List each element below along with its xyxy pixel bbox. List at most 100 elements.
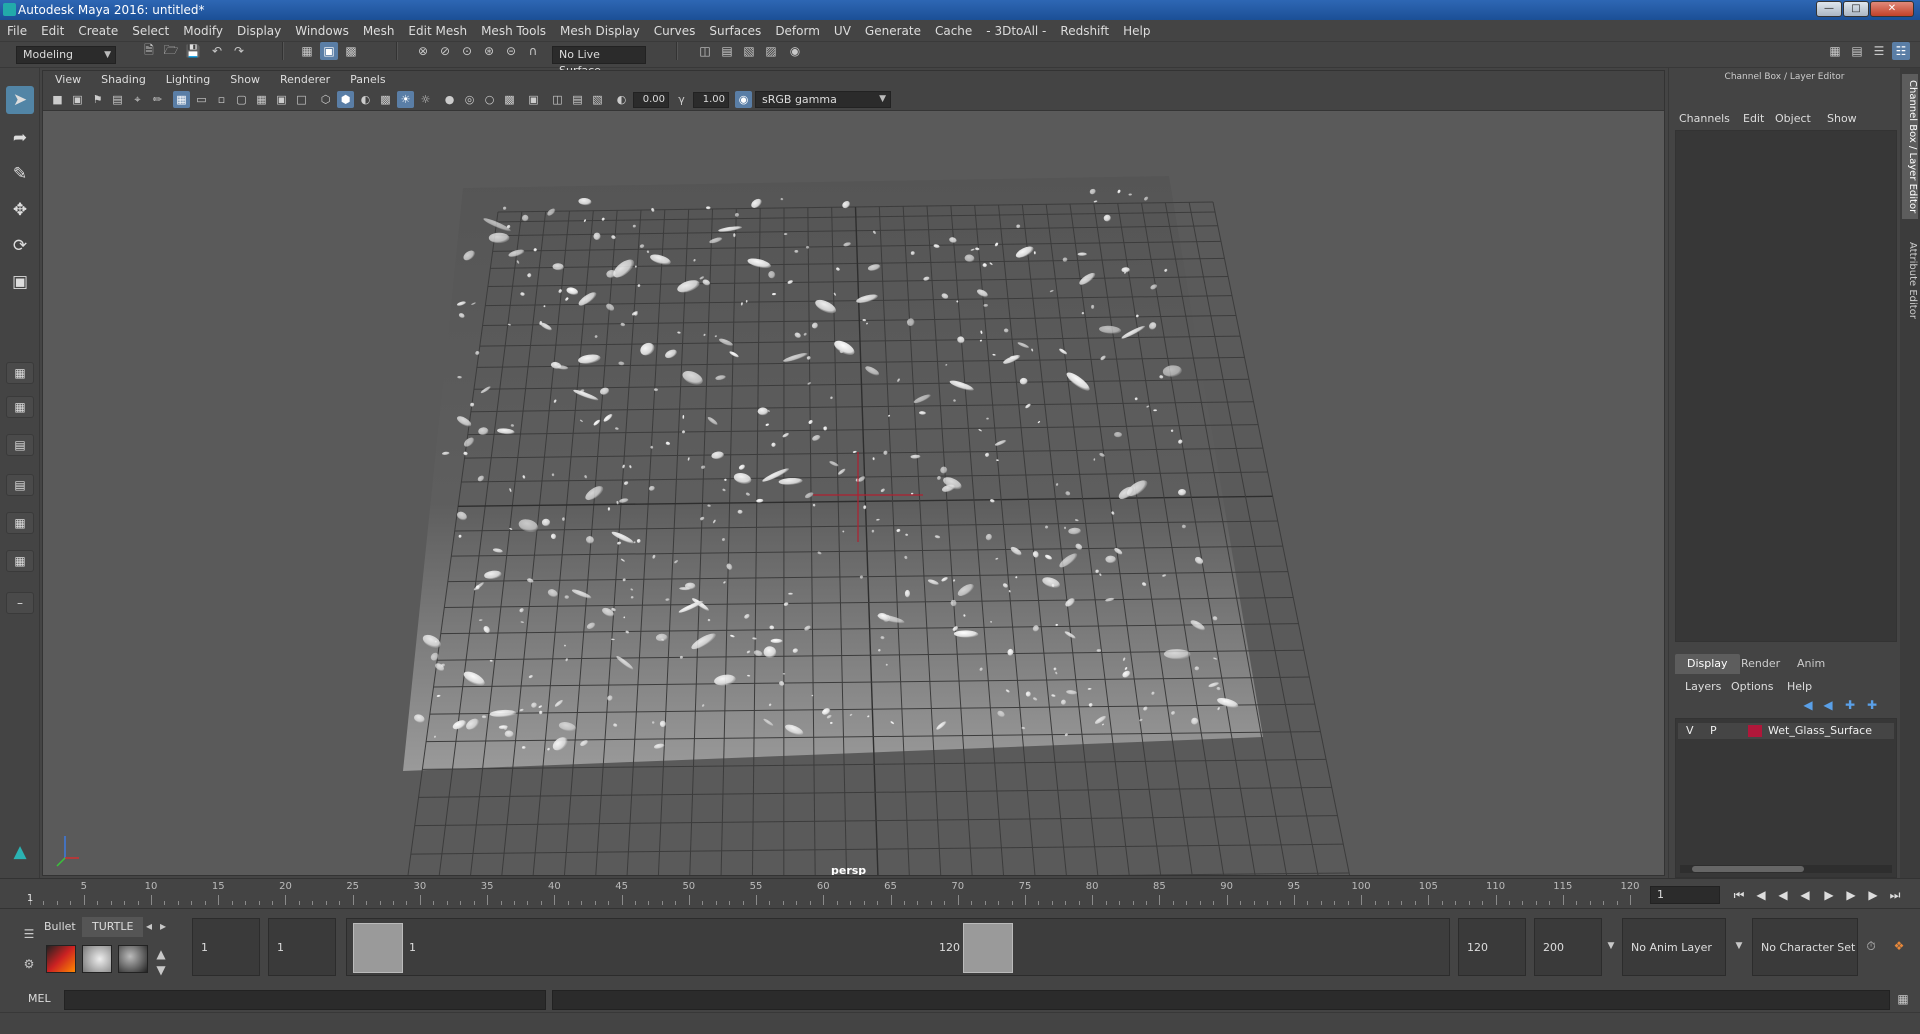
gamma-icon[interactable]: γ [673,91,690,108]
shelf-down-icon[interactable]: ▼ [152,961,170,979]
ipr-render-icon[interactable]: ▧ [740,42,758,60]
new-layer-selected-icon[interactable]: ✚ [1863,696,1881,714]
save-scene-icon[interactable]: 💾 [184,42,202,60]
current-frame-field[interactable]: 1 [1650,886,1720,904]
screen-space-ao-icon[interactable]: ● [441,91,458,108]
smooth-shade-icon[interactable]: ⬢ [337,91,354,108]
magnet-icon[interactable]: ∩ [524,42,542,60]
step-forward-frame-icon[interactable]: ▶ [1842,886,1860,904]
play-forward-icon[interactable]: ▶ [1820,886,1838,904]
xray-components-icon[interactable]: ▧ [589,91,606,108]
gamma-field[interactable]: 1.00 [693,92,729,108]
channel-list[interactable] [1675,130,1897,642]
panel-menu-panels[interactable]: Panels [340,71,395,89]
live-surface-field[interactable]: No Live Surface [552,46,646,77]
menu-display[interactable]: Display [230,20,288,42]
menu-uv[interactable]: UV [827,20,858,42]
panel-menu-show[interactable]: Show [220,71,270,89]
grease-pencil-icon[interactable]: ✏ [149,91,166,108]
minimize-button[interactable]: — [1816,1,1842,17]
layer-row[interactable]: V P Wet_Glass_Surface [1678,723,1894,739]
menu-windows[interactable]: Windows [288,20,356,42]
resolution-gate-icon[interactable]: ▫ [213,91,230,108]
2d-pan-icon[interactable]: ⌖ [129,91,146,108]
animation-start-field[interactable]: 1 [192,918,260,976]
channel-menu-edit[interactable]: Edit [1743,112,1764,125]
play-backward-icon[interactable]: ◀ [1796,886,1814,904]
panel-menu-view[interactable]: View [43,71,91,89]
time-ruler[interactable]: 1 5 10 15 20 25 30 35 40 45 50 55 60 65 70 75 80 85 90 95 1… [27,879,1640,909]
select-tool-icon[interactable]: ➤ [6,86,34,114]
layer-color-swatch[interactable] [1748,725,1762,737]
camera-attributes-icon[interactable]: ■ [49,91,66,108]
grid-toggle-icon[interactable]: ▦ [173,91,190,108]
paint-select-tool-icon[interactable]: ✎ [6,160,34,188]
character-set-field[interactable]: No Character Set [1752,918,1858,976]
layer-list-scrollbar[interactable] [1680,865,1892,873]
layer-visibility-toggle[interactable]: V [1686,724,1694,737]
use-all-lights-icon[interactable]: ☀ [397,91,414,108]
shelf-tab-bullet[interactable]: Bullet [34,917,86,937]
wireframe-on-shaded-icon[interactable]: ◐ [357,91,374,108]
undo-icon[interactable]: ↶ [208,42,226,60]
command-input[interactable] [64,990,546,1010]
step-back-frame-icon[interactable]: ◀ [1774,886,1792,904]
shelf-tab-turtle[interactable]: TURTLE [82,917,144,937]
scrollbar-thumb[interactable] [1692,866,1804,872]
playback-start-field[interactable]: 1 [268,918,336,976]
hypershade-layout-icon[interactable]: ▦ [6,512,34,534]
menu-edit[interactable]: Edit [34,20,71,42]
panel-menu-renderer[interactable]: Renderer [270,71,340,89]
menu-redshift[interactable]: Redshift [1053,20,1116,42]
render-frame-icon[interactable]: ▤ [718,42,736,60]
menu-generate[interactable]: Generate [858,20,928,42]
menu-file[interactable]: File [0,20,34,42]
snap-surface-icon[interactable]: ⊝ [502,42,520,60]
select-hierarchy-icon[interactable]: ▦ [298,42,316,60]
gate-mask-icon[interactable]: ▢ [233,91,250,108]
range-start-handle[interactable] [353,923,403,973]
go-to-end-icon[interactable]: ⏭ [1886,886,1904,904]
motion-blur-icon[interactable]: ◎ [461,91,478,108]
menu-set-dropdown[interactable]: Modeling ▼ [16,46,116,64]
turtle-shader-icon[interactable] [118,945,148,973]
step-back-key-icon[interactable]: ◀ [1752,886,1770,904]
snap-point-icon[interactable]: ⊙ [458,42,476,60]
menu-3dtoall[interactable]: - 3DtoAll - [979,20,1053,42]
select-object-icon[interactable]: ▣ [320,42,338,60]
new-scene-icon[interactable]: 🗎 [140,42,158,60]
menu-deform[interactable]: Deform [768,20,827,42]
snap-grid-icon[interactable]: ⊗ [414,42,432,60]
redo-icon[interactable]: ↷ [230,42,248,60]
film-gate-icon[interactable]: ▭ [193,91,210,108]
menu-curves[interactable]: Curves [647,20,703,42]
exposure-icon[interactable]: ◐ [613,91,630,108]
depth-of-field-icon[interactable]: ▩ [501,91,518,108]
camera-icon[interactable]: ▣ [69,91,86,108]
select-component-icon[interactable]: ▩ [342,42,360,60]
snap-view-icon[interactable]: ⊛ [480,42,498,60]
layer-menu-layers[interactable]: Layers [1685,680,1721,693]
animation-end-field[interactable]: 200 [1534,918,1602,976]
playback-end-field[interactable]: 120 [1458,918,1526,976]
channel-box-side-tab[interactable]: Channel Box / Layer Editor [1902,74,1918,220]
close-button[interactable]: ✕ [1870,1,1914,17]
range-slider[interactable]: 1 120 [346,918,1450,976]
bookmark-icon[interactable]: ⚑ [89,91,106,108]
persp-outliner-layout-icon[interactable]: ▤ [6,434,34,456]
color-management-icon[interactable]: ◉ [735,91,752,108]
scale-tool-icon[interactable]: ▣ [6,268,34,296]
script-editor-icon[interactable]: ▦ [1894,990,1912,1008]
layer-menu-help[interactable]: Help [1787,680,1812,693]
shelf-settings-icon[interactable]: ⚙ [20,955,38,973]
menu-cache[interactable]: Cache [928,20,979,42]
command-language-label[interactable]: MEL [28,992,51,1005]
menu-mesh-tools[interactable]: Mesh Tools [474,20,553,42]
isolate-select-icon[interactable]: ▣ [525,91,542,108]
exposure-field[interactable]: 0.00 [633,92,669,108]
move-layer-up-icon[interactable]: ◀ [1799,696,1817,714]
panel-menu-shading[interactable]: Shading [91,71,156,89]
turtle-render-icon[interactable] [46,945,76,973]
channel-box-toggle-icon[interactable]: ☷ [1892,42,1910,60]
lasso-tool-icon[interactable]: ➦ [6,124,34,152]
